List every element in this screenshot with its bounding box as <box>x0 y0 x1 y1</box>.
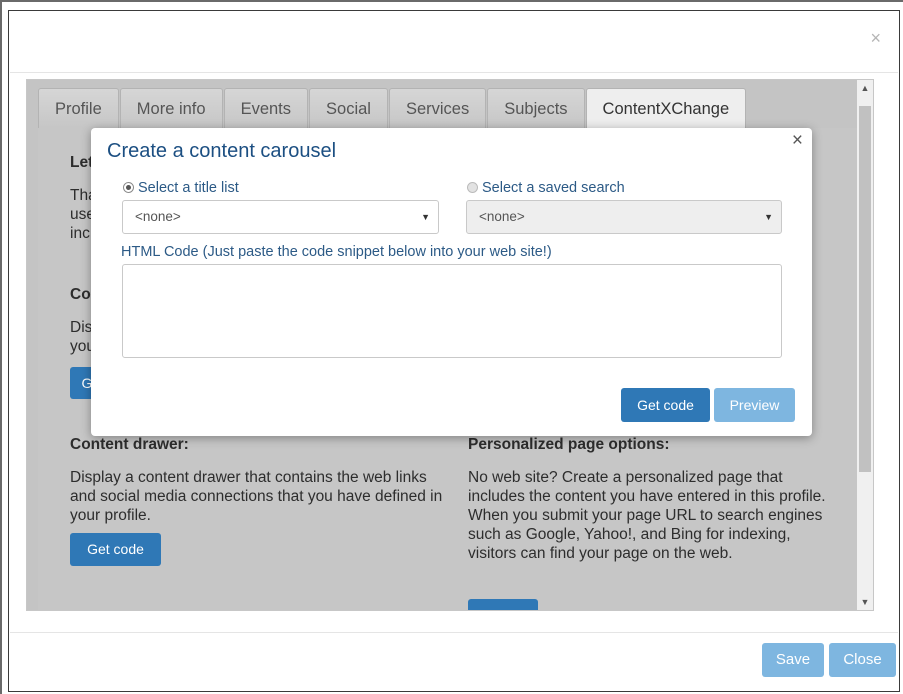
radio-title-list[interactable] <box>123 182 134 193</box>
content-drawer-heading: Content drawer: <box>70 436 189 453</box>
preview-button[interactable]: Preview <box>714 388 795 422</box>
scroll-down-arrow-icon[interactable]: ▼ <box>857 597 873 607</box>
saved-search-select-value: <none> <box>479 209 525 224</box>
tab-bar: Profile More info Events Social Services Subj… <box>38 88 747 128</box>
scroll-thumb[interactable] <box>859 106 871 472</box>
radio-saved-search-option[interactable]: Select a saved search <box>467 180 625 196</box>
tab-subjects[interactable]: Subjects <box>487 88 585 128</box>
title-list-select-value: <none> <box>135 209 181 224</box>
section-text-line-3: inc <box>70 225 90 242</box>
html-code-label: HTML Code (Just paste the code snippet b… <box>121 244 552 260</box>
personalized-page-heading: Personalized page options: <box>468 436 670 453</box>
content-drawer-text: Display a content drawer that contains t… <box>70 469 443 524</box>
personalized-page-text: No web site? Create a personalized page … <box>468 469 826 562</box>
content-carousel-modal: × Create a content carousel Select a tit… <box>91 128 812 436</box>
scroll-up-arrow-icon[interactable]: ▲ <box>857 83 873 93</box>
set-up-button[interactable]: Set up <box>468 599 538 610</box>
saved-search-select[interactable]: <none> ▼ <box>466 200 782 234</box>
scrollbar[interactable]: ▲ ▼ <box>857 80 873 610</box>
section-heading-let: Let <box>70 154 94 171</box>
tab-profile[interactable]: Profile <box>38 88 119 128</box>
close-button[interactable]: Close <box>829 643 896 677</box>
save-button[interactable]: Save <box>762 643 824 677</box>
content-drawer-get-code-button[interactable]: Get code <box>70 533 161 566</box>
radio-saved-search-label: Select a saved search <box>482 180 625 196</box>
chevron-down-icon: ▼ <box>421 212 430 222</box>
get-code-button[interactable]: Get code <box>621 388 710 422</box>
dialog-close-icon[interactable]: × <box>870 29 881 47</box>
tab-more-info[interactable]: More info <box>119 88 223 128</box>
chevron-down-icon: ▼ <box>764 212 773 222</box>
window-edge-top <box>0 0 903 2</box>
section-text-dis: Dis <box>70 319 93 336</box>
tab-services[interactable]: Services <box>388 88 487 128</box>
dialog-header-divider <box>10 72 898 73</box>
radio-saved-search[interactable] <box>467 182 478 193</box>
tab-contentxchange[interactable]: ContentXChange <box>585 88 747 128</box>
title-list-select[interactable]: <none> ▼ <box>122 200 439 234</box>
dialog-footer-divider <box>10 632 898 633</box>
radio-title-list-label: Select a title list <box>138 180 239 196</box>
window-edge-left <box>0 0 2 694</box>
tab-events[interactable]: Events <box>223 88 309 128</box>
section-heading-co: Co <box>70 286 91 303</box>
html-code-field[interactable] <box>122 264 782 358</box>
radio-title-list-option[interactable]: Select a title list <box>123 180 239 196</box>
modal-title: Create a content carousel <box>107 140 337 162</box>
close-icon[interactable]: × <box>792 130 803 152</box>
tab-social[interactable]: Social <box>309 88 388 128</box>
